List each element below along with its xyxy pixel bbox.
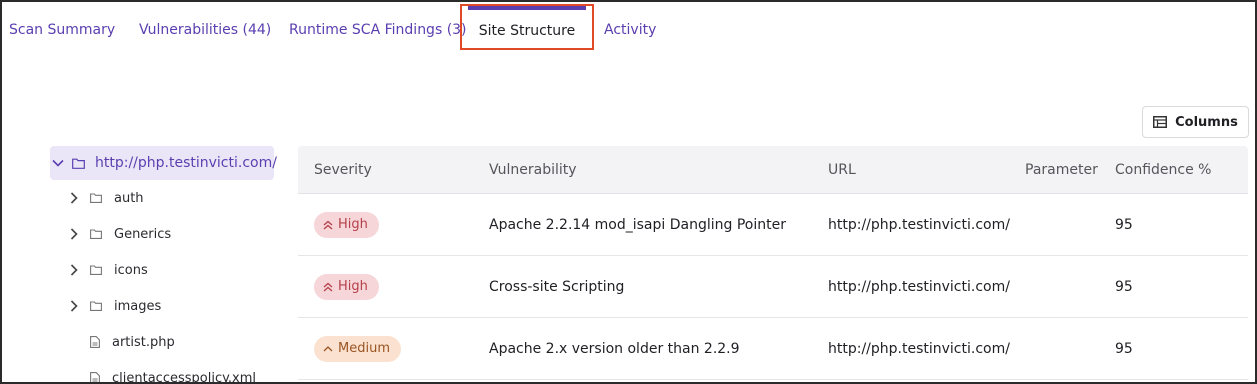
column-header-severity[interactable]: Severity [314, 162, 372, 178]
vulnerability-name[interactable]: Apache 2.x version older than 2.2.9 [489, 341, 740, 357]
tab-runtime-sca-findings[interactable]: Runtime SCA Findings (3) [289, 2, 467, 50]
folder-icon [90, 229, 102, 239]
table-header: Severity Vulnerability URL Parameter Con… [298, 146, 1248, 194]
folder-icon [72, 158, 85, 169]
tab-scan-summary[interactable]: Scan Summary [9, 2, 115, 50]
chevron-right-icon[interactable] [66, 228, 82, 240]
severity-label: Medium [338, 341, 390, 356]
chevron-right-icon[interactable] [66, 264, 82, 276]
chevron-right-icon[interactable] [66, 192, 82, 204]
table-row[interactable]: Medium Apache 2.x version older than 2.2… [298, 318, 1248, 380]
columns-button-label: Columns [1175, 114, 1238, 130]
vulnerability-name[interactable]: Apache 2.2.14 mod_isapi Dangling Pointer [489, 217, 786, 233]
vulnerability-url: http://php.testinvicti.com/ [828, 278, 1010, 295]
severity-badge: High [314, 273, 379, 300]
tree-item-clientaccesspolicy[interactable]: clientaccesspolicy.xml [50, 360, 274, 384]
tab-site-structure[interactable]: Site Structure [460, 4, 594, 50]
tree-item-generics[interactable]: Generics [50, 216, 274, 252]
double-chevron-up-icon [323, 282, 333, 292]
tab-bar: Scan Summary Vulnerabilities (44) Runtim… [2, 2, 1255, 50]
table-columns-icon [1153, 116, 1168, 128]
folder-icon [90, 193, 102, 203]
tree-item-label: Generics [114, 226, 172, 242]
chevron-up-icon [323, 344, 333, 354]
severity-label: High [338, 279, 368, 294]
app-frame: Scan Summary Vulnerabilities (44) Runtim… [0, 0, 1257, 384]
table-row[interactable]: High Apache 2.2.14 mod_isapi Dangling Po… [298, 194, 1248, 256]
tree-item-label: clientaccesspolicy.xml [112, 370, 257, 384]
confidence-value: 95 [1115, 340, 1133, 357]
tree-root-node[interactable]: http://php.testinvicti.com/ [50, 146, 277, 180]
confidence-value: 95 [1115, 278, 1133, 295]
tree-item-label: artist.php [112, 334, 175, 350]
column-header-url[interactable]: URL [828, 162, 856, 178]
tree-item-images[interactable]: images [50, 288, 274, 324]
tab-vulnerabilities[interactable]: Vulnerabilities (44) [139, 2, 271, 50]
tree-item-auth[interactable]: auth [50, 180, 274, 216]
file-icon [90, 336, 100, 348]
column-header-vulnerability[interactable]: Vulnerability [489, 162, 577, 178]
double-chevron-up-icon [323, 220, 333, 230]
severity-badge: Medium [314, 335, 401, 362]
tab-activity[interactable]: Activity [604, 2, 656, 50]
chevron-down-icon[interactable] [52, 159, 64, 167]
folder-icon [90, 301, 102, 311]
site-tree: http://php.testinvicti.com/ auth Generic… [50, 146, 277, 384]
severity-badge: High [314, 211, 379, 238]
columns-button[interactable]: Columns [1142, 106, 1249, 138]
file-icon [90, 372, 100, 382]
tree-item-icons[interactable]: icons [50, 252, 274, 288]
tree-item-label: auth [114, 190, 144, 206]
vulnerability-url: http://php.testinvicti.com/ [828, 216, 1010, 233]
vulnerability-name[interactable]: Cross-site Scripting [489, 279, 624, 295]
tree-item-artist-php[interactable]: artist.php [50, 324, 274, 360]
vulnerability-table: Severity Vulnerability URL Parameter Con… [298, 146, 1248, 380]
active-tab-indicator [468, 6, 586, 10]
table-row[interactable]: High Cross-site Scripting http://php.tes… [298, 256, 1248, 318]
folder-icon [90, 265, 102, 275]
tab-site-structure-label: Site Structure [478, 23, 576, 39]
tree-item-label: icons [114, 262, 148, 278]
severity-label: High [338, 217, 368, 232]
tree-root-label: http://php.testinvicti.com/ [95, 155, 277, 171]
confidence-value: 95 [1115, 216, 1133, 233]
tree-item-label: images [114, 298, 162, 314]
vulnerability-url: http://php.testinvicti.com/ [828, 340, 1010, 357]
column-header-parameter[interactable]: Parameter [1025, 162, 1098, 178]
chevron-right-icon[interactable] [66, 300, 82, 312]
column-header-confidence[interactable]: Confidence % [1115, 162, 1211, 178]
